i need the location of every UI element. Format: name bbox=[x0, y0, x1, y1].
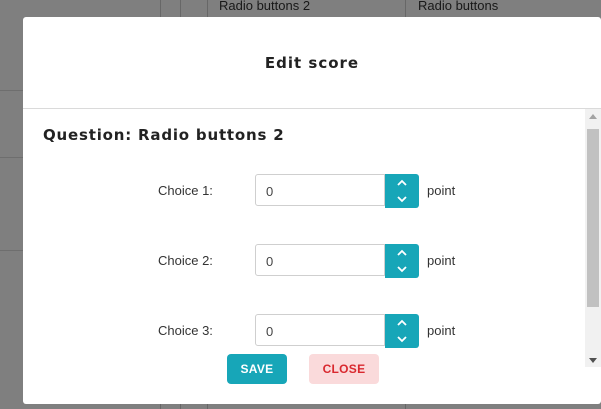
choice-row: Choice 2: 0 point bbox=[23, 244, 585, 280]
choice-row: Choice 3: 0 point bbox=[23, 314, 585, 350]
scroll-thumb[interactable] bbox=[587, 129, 599, 307]
score-stepper bbox=[385, 314, 419, 348]
score-stepper bbox=[385, 244, 419, 278]
score-input[interactable]: 0 bbox=[255, 174, 385, 206]
chevron-down-icon[interactable] bbox=[385, 261, 419, 278]
score-input[interactable]: 0 bbox=[255, 314, 385, 346]
choice-row: Choice 1: 0 point bbox=[23, 174, 585, 210]
scrollbar[interactable] bbox=[585, 109, 601, 367]
unit-label: point bbox=[427, 183, 456, 198]
choice-label: Choice 1: bbox=[158, 183, 213, 198]
chevron-up-icon[interactable] bbox=[385, 244, 419, 261]
chevron-up-icon[interactable] bbox=[385, 314, 419, 331]
unit-label: point bbox=[427, 323, 456, 338]
score-input[interactable]: 0 bbox=[255, 244, 385, 276]
chevron-down-icon[interactable] bbox=[385, 331, 419, 348]
modal-title: Edit score bbox=[264, 53, 360, 72]
close-button[interactable]: CLOSE bbox=[309, 354, 379, 384]
scroll-up-icon[interactable] bbox=[585, 109, 601, 123]
unit-label: point bbox=[427, 253, 456, 268]
choice-label: Choice 2: bbox=[158, 253, 213, 268]
modal-body: Question: Radio buttons 2 Choice 1: 0 po… bbox=[23, 109, 585, 369]
chevron-up-icon[interactable] bbox=[385, 174, 419, 191]
question-title: Question: Radio buttons 2 bbox=[43, 126, 285, 144]
modal-header: Edit score bbox=[23, 17, 601, 109]
edit-score-dialog: Edit score Question: Radio buttons 2 Cho… bbox=[23, 17, 601, 404]
choice-label: Choice 3: bbox=[158, 323, 213, 338]
modal-footer: SAVE CLOSE bbox=[23, 352, 601, 392]
chevron-down-icon[interactable] bbox=[385, 191, 419, 208]
save-button[interactable]: SAVE bbox=[227, 354, 287, 384]
score-stepper bbox=[385, 174, 419, 208]
